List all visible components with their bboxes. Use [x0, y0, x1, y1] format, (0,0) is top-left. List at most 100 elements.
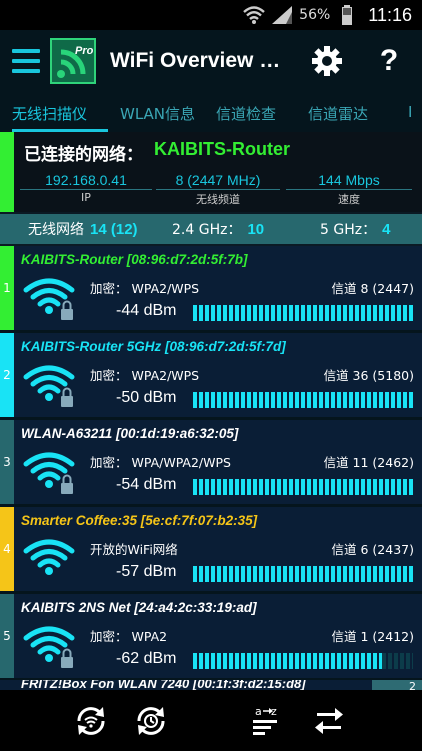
tab-overflow[interactable]: I — [408, 92, 414, 132]
wifi-signal-icon — [22, 450, 82, 498]
wifi-signal-icon — [22, 363, 82, 411]
network-item[interactable]: 2 KAIBITS-Router 5GHz [08:96:d7:2d:5f:7d]… — [0, 333, 422, 417]
network-dbm: -44 dBm — [116, 302, 177, 319]
network-channel: 信道 1 (2412) — [331, 629, 414, 644]
network-index-strip: 5 — [0, 594, 14, 678]
network-encryption: 加密： WPA2/WPS — [90, 368, 200, 383]
summary-24ghz: 2.4 GHz： 10 — [172, 219, 320, 239]
signal-bar-fill — [193, 566, 413, 582]
signal-strength-bar — [193, 392, 413, 408]
network-channel: 信道 11 (2462) — [323, 455, 414, 470]
network-encryption: 加密： WPA2/WPS — [90, 281, 200, 296]
network-index-strip: 3 — [0, 420, 14, 504]
app-logo: Pro — [50, 38, 96, 84]
wifi-signal-icon — [22, 276, 82, 324]
network-index: 5 — [3, 629, 11, 643]
gear-icon[interactable] — [310, 44, 344, 78]
network-item[interactable]: 5 KAIBITS 2NS Net [24:a4:2c:33:19:ad] 加密： … — [0, 594, 422, 678]
channel-caption: 无线频道 — [196, 193, 240, 206]
summary-5ghz-label: 5 GHz： — [320, 222, 377, 238]
summary-networks-value: 14 (12) — [90, 221, 138, 238]
hamburger-icon[interactable] — [12, 49, 40, 73]
summary-networks-label: 无线网络 — [28, 222, 84, 238]
wifi-signal-icon — [22, 537, 82, 585]
network-index: 3 — [3, 455, 11, 469]
app-root: 56% 11:16 Pro WiFi Overview 3… ? 无线扫描仪 W… — [0, 0, 422, 751]
battery-icon — [336, 4, 358, 26]
signal-bar-fill — [193, 479, 413, 495]
peek-ssid: FRITZ!Box Fon WLAN 7240 [00:1f:3f:d2:15:… — [21, 680, 306, 690]
network-item[interactable]: 3 WLAN-A63211 [00:1d:19:a6:32:05] 加密： WPA/… — [0, 420, 422, 504]
network-dbm: -62 dBm — [116, 650, 177, 667]
app-bar: Pro WiFi Overview 3… ? — [0, 30, 422, 92]
network-item[interactable]: 1 KAIBITS-Router [08:96:d7:2d:5f:7b] 加密： W… — [0, 246, 422, 330]
connected-ssid: KAIBITS-Router — [154, 139, 290, 159]
signal-bar-remaining — [382, 653, 413, 669]
status-bar: 56% 11:16 — [0, 0, 422, 30]
summary-24ghz-label: 2.4 GHz： — [172, 222, 242, 238]
swap-icon[interactable] — [310, 702, 348, 740]
network-ssid: KAIBITS 2NS Net [24:a4:2c:33:19:ad] — [21, 600, 257, 615]
wifi-status-icon — [243, 4, 265, 26]
network-ssid: Smarter Coffee:35 [5e:cf:7f:07:b2:35] — [21, 513, 258, 528]
network-index: 4 — [3, 542, 11, 556]
connected-label: 已连接的网络： — [24, 145, 143, 165]
question-icon[interactable]: ? — [372, 44, 406, 78]
speed-value: 144 Mbps — [286, 172, 412, 190]
tab-channel-check[interactable]: 信道检查 — [216, 92, 308, 132]
clock: 11:16 — [368, 4, 412, 25]
wifi-signal-icon — [22, 624, 82, 672]
bottom-toolbar: az — [0, 690, 422, 751]
refresh-icon[interactable] — [72, 702, 110, 740]
summary-networks: 无线网络 14 (12) — [28, 219, 172, 239]
summary-5ghz: 5 GHz： 4 — [320, 219, 420, 239]
network-ssid: WLAN-A63211 [00:1d:19:a6:32:05] — [21, 426, 239, 441]
signal-bar-fill — [193, 653, 382, 669]
network-item-peek[interactable]: FRITZ!Box Fon WLAN 7240 [00:1f:3f:d2:15:… — [0, 680, 422, 690]
speed-stat: 144 Mbps 速度 — [286, 172, 412, 207]
cell-signal-icon — [271, 4, 293, 26]
logo-pro-label: Pro — [75, 45, 94, 57]
network-index: 1 — [3, 281, 11, 295]
tab-channel-radar[interactable]: 信道雷达 — [308, 92, 408, 132]
peek-badge: 2 — [372, 680, 422, 690]
network-channel: 信道 8 (2447) — [331, 281, 414, 296]
svg-text:a: a — [255, 705, 262, 718]
network-channel: 信道 6 (2437) — [331, 542, 414, 557]
network-encryption: 加密： WPA/WPA2/WPS — [90, 455, 231, 470]
signal-bar-fill — [193, 392, 413, 408]
battery-percent: 56% — [299, 7, 331, 23]
network-index-strip: 2 — [0, 333, 14, 417]
connected-network-panel[interactable]: 已连接的网络： KAIBITS-Router 192.168.0.41 IP 8… — [0, 132, 422, 212]
tab-bar: 无线扫描仪 WLAN信息 信道检查 信道雷达 I — [0, 92, 422, 132]
timer-refresh-icon[interactable] — [132, 702, 170, 740]
network-index-strip: 1 — [0, 246, 14, 330]
network-list[interactable]: 1 KAIBITS-Router [08:96:d7:2d:5f:7b] 加密： W… — [0, 246, 422, 690]
signal-strength-bar — [193, 653, 413, 669]
ip-value: 192.168.0.41 — [20, 172, 152, 190]
network-channel: 信道 36 (5180) — [323, 368, 414, 383]
network-index-strip: 4 — [0, 507, 14, 591]
network-dbm: -54 dBm — [116, 476, 177, 493]
signal-bar-fill — [193, 305, 413, 321]
network-summary-bar: 无线网络 14 (12) 2.4 GHz： 10 5 GHz： 4 — [0, 214, 422, 244]
tab-wlan-info[interactable]: WLAN信息 — [120, 92, 216, 132]
summary-24ghz-value: 10 — [247, 221, 265, 238]
summary-5ghz-value: 4 — [382, 221, 391, 238]
ip-stat: 192.168.0.41 IP — [20, 172, 152, 204]
speed-caption: 速度 — [338, 193, 360, 206]
ip-caption: IP — [81, 191, 91, 204]
channel-value: 8 (2447 MHz) — [156, 172, 280, 190]
signal-strength-bar — [193, 566, 413, 582]
signal-strength-bar — [193, 305, 413, 321]
tab-wifi-scanner[interactable]: 无线扫描仪 — [12, 92, 108, 132]
network-encryption: 加密： WPA2 — [90, 629, 168, 644]
network-index: 2 — [3, 368, 11, 382]
network-dbm: -57 dBm — [116, 563, 177, 580]
network-encryption: 开放的WiFi网络 — [90, 542, 178, 557]
network-item[interactable]: 4 Smarter Coffee:35 [5e:cf:7f:07:b2:35] 开放… — [0, 507, 422, 591]
sort-az-icon[interactable]: az — [248, 702, 286, 740]
network-dbm: -50 dBm — [116, 389, 177, 406]
app-title: WiFi Overview 3… — [110, 49, 286, 72]
network-ssid: KAIBITS-Router 5GHz [08:96:d7:2d:5f:7d] — [21, 339, 286, 354]
